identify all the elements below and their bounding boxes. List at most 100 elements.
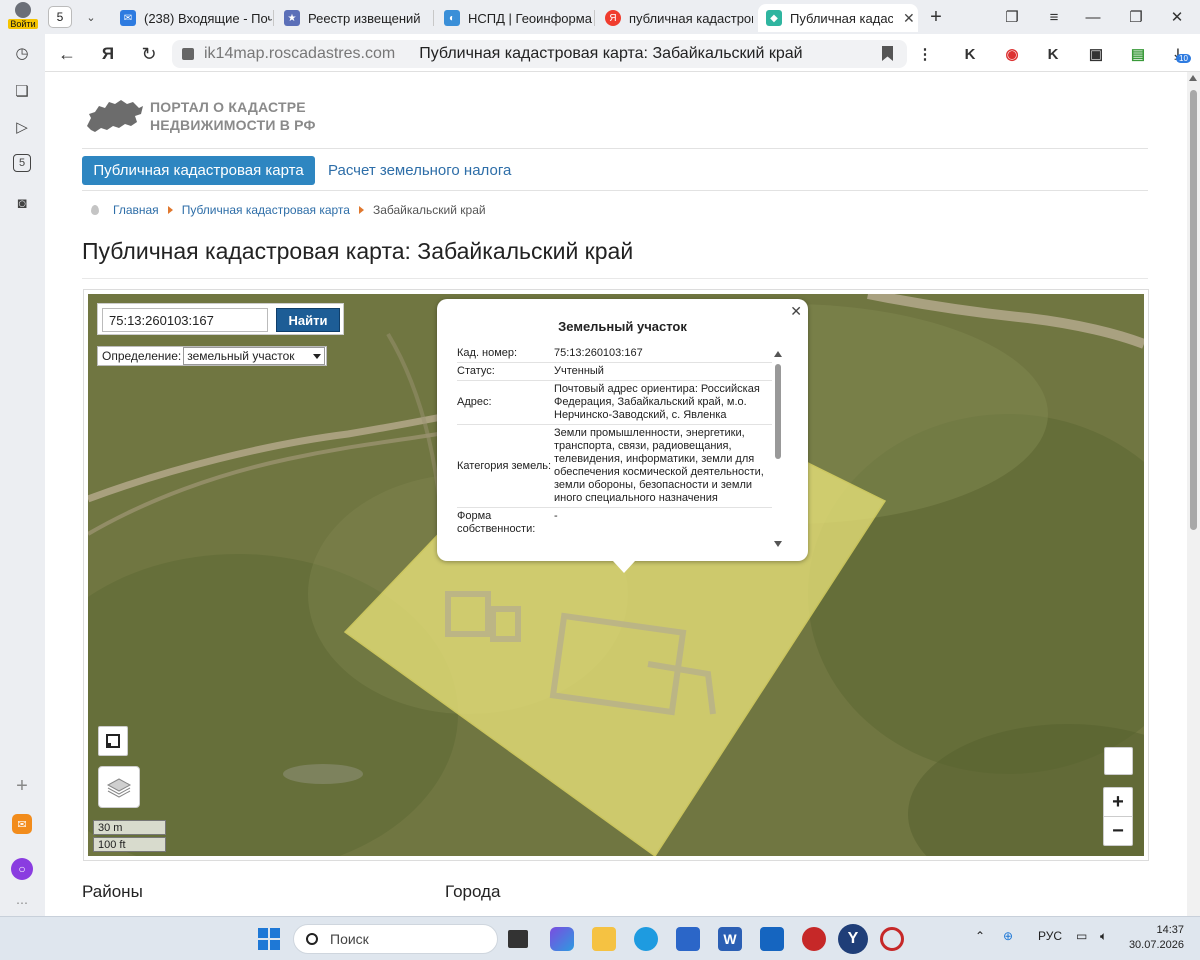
windows-start-icon[interactable] — [258, 928, 280, 950]
chevron-down-icon[interactable]: ⌄ — [80, 7, 102, 27]
logo-text: ПОРТАЛ О КАДАСТРЕ НЕДВИЖИМОСТИ В РФ — [150, 99, 316, 133]
tab-registry[interactable]: ★ Реестр извещений — [276, 4, 432, 32]
map-blank-button[interactable] — [1104, 747, 1133, 775]
clock[interactable]: 14:37 30.07.2026 — [1126, 923, 1184, 953]
back-icon[interactable]: ← — [55, 42, 79, 66]
zoom-out-button[interactable]: − — [1104, 817, 1132, 845]
close-window-icon[interactable]: ✕ — [1166, 6, 1188, 28]
tab-cadastral-map[interactable]: ◆ Публичная кадастровая ✕ — [758, 4, 918, 32]
layers-button[interactable] — [98, 766, 140, 808]
definition-selector: Определение: земельный участок — [97, 346, 327, 366]
more-dots-icon[interactable]: ⋯ — [11, 892, 33, 914]
divider — [82, 278, 1148, 279]
menu-icon[interactable]: ≡ — [1043, 6, 1065, 28]
scale-meters: 30 m — [93, 820, 166, 835]
nav-tab-cadastral-map[interactable]: Публичная кадастровая карта — [82, 156, 315, 185]
tab-mail[interactable]: ✉ (238) Входящие - Почта — [112, 4, 272, 32]
popup-row: Кад. номер: 75:13:260103:167 — [457, 345, 772, 363]
tray-display-icon[interactable]: ▭ — [1076, 929, 1087, 943]
tab-yandex-search[interactable]: Я публичная кадастровая — [597, 4, 753, 32]
extension-k-icon[interactable]: K — [958, 42, 982, 66]
copilot-icon[interactable] — [550, 927, 574, 951]
tab-count-button[interactable]: 5 — [48, 6, 72, 28]
screenshot-icon[interactable]: ◙ — [11, 192, 33, 214]
file-explorer-icon[interactable] — [592, 927, 616, 951]
tray-vpn-icon[interactable]: ⊕ — [1003, 929, 1013, 943]
task-view-icon[interactable] — [508, 930, 528, 948]
parcel-info-popup: ✕ Земельный участок Кад. номер: 75:13:26… — [437, 299, 808, 573]
alice-icon[interactable]: ○ — [11, 858, 33, 880]
scroll-up-icon[interactable] — [1189, 75, 1197, 81]
nav-tab-land-tax[interactable]: Расчет земельного налога — [328, 156, 511, 185]
scroll-thumb[interactable] — [1190, 90, 1197, 530]
minimize-icon[interactable]: — — [1082, 6, 1104, 28]
play-icon[interactable]: ▷ — [11, 116, 33, 138]
reload-icon[interactable]: ↻ — [137, 42, 161, 66]
restore-icon[interactable]: ❐ — [1125, 6, 1147, 28]
edge-icon[interactable] — [634, 927, 658, 951]
cadastral-map[interactable]: 75:13:260103:167 Найти Определение: земе… — [88, 294, 1144, 856]
extension-wallet-icon[interactable]: ▣ — [1084, 42, 1108, 66]
popup-scrollbar[interactable] — [774, 349, 782, 549]
breadcrumb: Главная Публичная кадастровая карта Заба… — [91, 202, 486, 218]
definition-label: Определение: — [102, 349, 182, 363]
taskbar: Поиск W Y ⌃ ⊕ РУС ▭ 🔈︎ 14:37 30.07.2026 — [0, 916, 1200, 960]
popup-row: Форма собственности: - — [457, 510, 558, 535]
yandex-browser-icon[interactable]: Y — [838, 924, 868, 954]
location-pin-icon — [91, 205, 99, 215]
breadcrumb-arrow-icon — [167, 206, 173, 214]
breadcrumb-map[interactable]: Публичная кадастровая карта — [182, 203, 350, 217]
find-button[interactable]: Найти — [276, 308, 340, 332]
app-c-icon[interactable] — [880, 927, 904, 951]
add-panel-icon[interactable]: + — [11, 775, 33, 797]
scroll-down-icon[interactable] — [774, 541, 782, 547]
close-tab-icon[interactable]: ✕ — [903, 10, 915, 27]
mail-app-icon[interactable]: ✉ — [12, 814, 32, 834]
taskbar-search[interactable]: Поиск — [293, 924, 498, 954]
scroll-thumb[interactable] — [775, 364, 781, 459]
popup-pointer — [613, 561, 635, 573]
yandex-icon: Я — [605, 10, 621, 26]
tray-chevron-icon[interactable]: ⌃ — [975, 929, 985, 943]
page-scrollbar[interactable] — [1187, 72, 1200, 916]
yandex-home-icon[interactable]: Я — [96, 42, 120, 66]
mail-icon: ✉ — [120, 10, 136, 26]
breadcrumb-home[interactable]: Главная — [113, 203, 159, 217]
sidebar-badge[interactable]: 5 — [13, 154, 31, 172]
popup-title: Земельный участок — [558, 319, 687, 334]
new-tab-icon[interactable]: + — [925, 6, 947, 28]
account-button[interactable]: Войти — [4, 2, 42, 32]
address-bar[interactable]: ik14map.roscadastres.com Публичная кадас… — [172, 40, 907, 68]
zoom-in-button[interactable]: + — [1104, 788, 1132, 816]
history-icon[interactable]: ◷ — [11, 42, 33, 64]
fullscreen-button[interactable] — [98, 726, 128, 756]
scroll-up-icon[interactable] — [774, 351, 782, 357]
cities-heading: Города — [445, 882, 501, 901]
popup-row: Адрес: Почтовый адрес ориентира: Российс… — [457, 381, 772, 425]
close-icon[interactable]: ✕ — [790, 303, 802, 320]
address-page-title: Публичная кадастровая карта: Забайкальск… — [419, 45, 803, 62]
store-icon[interactable] — [676, 927, 700, 951]
cadastral-number-input[interactable]: 75:13:260103:167 — [102, 308, 268, 332]
app-red-icon[interactable] — [802, 927, 826, 951]
collections-icon[interactable]: ❏ — [11, 80, 33, 102]
extension-k2-icon[interactable]: K — [1041, 42, 1065, 66]
map-search-box: 75:13:260103:167 Найти — [97, 303, 344, 335]
downloads-badge: 10 — [1176, 54, 1191, 63]
zoom-control: + − — [1103, 787, 1133, 846]
tabs-panel-icon[interactable]: ❐ — [1001, 6, 1023, 28]
extension-doc-icon[interactable]: ▤ — [1126, 42, 1150, 66]
definition-select[interactable]: земельный участок — [183, 347, 325, 365]
page-title: Публичная кадастровая карта: Забайкальск… — [82, 238, 634, 264]
more-icon[interactable]: ⋮ — [913, 42, 937, 66]
scale-feet: 100 ft — [93, 837, 166, 852]
outlook-icon[interactable] — [760, 927, 784, 951]
bookmark-icon[interactable] — [882, 46, 893, 61]
tab-nspd[interactable]: ◐ НСПД | Геоинформационная — [436, 4, 592, 32]
divider — [82, 190, 1148, 191]
extension-target-icon[interactable]: ◉ — [1000, 42, 1024, 66]
language-indicator[interactable]: РУС — [1038, 929, 1062, 943]
tray-volume-icon[interactable]: 🔈︎ — [1100, 929, 1107, 944]
browser-tab-bar: Войти 5 ⌄ ✉ (238) Входящие - Почта ★ Рее… — [0, 0, 1200, 34]
word-icon[interactable]: W — [718, 927, 742, 951]
